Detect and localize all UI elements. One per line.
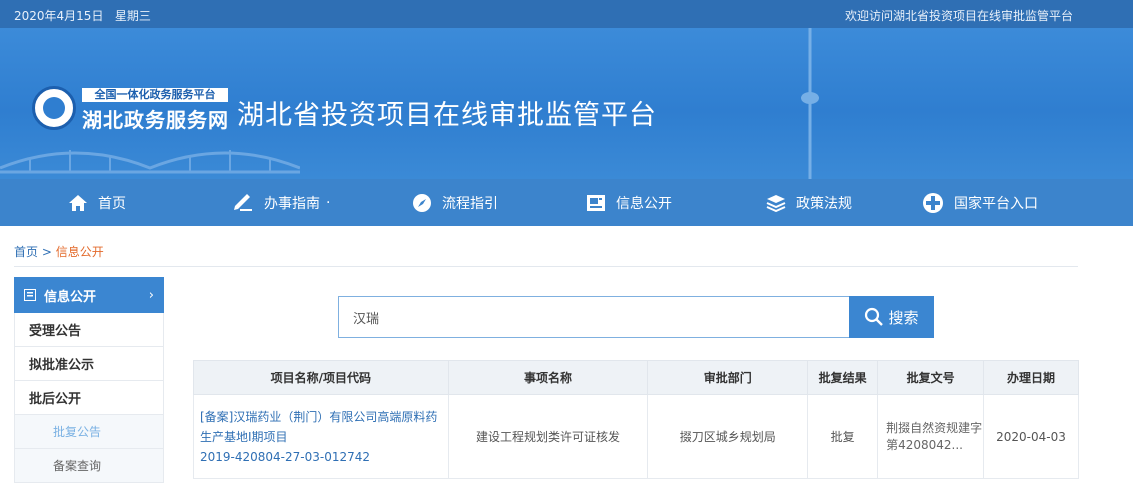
column-header: 办理日期 bbox=[983, 360, 1079, 395]
breadcrumb-home[interactable]: 首页 bbox=[14, 245, 38, 259]
document-icon bbox=[586, 194, 606, 212]
project-cell[interactable]: [备案]汉瑞药业（荆门）有限公司高端原料药生产基地Ⅰ期项目 2019-42080… bbox=[193, 394, 449, 479]
bridge-illustration bbox=[0, 150, 300, 174]
government-emblem-icon bbox=[32, 86, 76, 130]
search-input[interactable]: 汉瑞 bbox=[338, 296, 850, 338]
project-name-link[interactable]: [备案]汉瑞药业（荆门）有限公司高端原料药生产基地Ⅰ期项目 bbox=[200, 407, 448, 447]
column-header: 批复文号 bbox=[877, 360, 985, 395]
search-button[interactable]: 搜索 bbox=[849, 296, 934, 338]
nav-home[interactable]: 首页 bbox=[68, 179, 126, 226]
breadcrumb-separator: > bbox=[41, 245, 52, 259]
dropdown-dot: · bbox=[326, 194, 331, 211]
nav-guide[interactable]: 办事指南 · bbox=[232, 179, 330, 226]
results-table: 项目名称/项目代码 事项名称 审批部门 批复结果 批复文号 办理日期 [备案]汉… bbox=[193, 360, 1079, 479]
sidebar-item-post-approval[interactable]: 批后公开 bbox=[14, 381, 164, 415]
sidebar-item-pre-approval[interactable]: 拟批准公示 bbox=[14, 347, 164, 381]
banner: 全国一体化政务服务平台 湖北政务服务网 湖北省投资项目在线审批监管平台 bbox=[0, 28, 1133, 179]
column-header: 批复结果 bbox=[807, 360, 879, 395]
table-header-row: 项目名称/项目代码 事项名称 审批部门 批复结果 批复文号 办理日期 bbox=[193, 360, 1079, 395]
nav-policy[interactable]: 政策法规 bbox=[766, 179, 852, 226]
sidebar-subitem-record-query[interactable]: 备案查询 bbox=[14, 449, 164, 483]
divider bbox=[14, 266, 1078, 267]
chevron-right-icon: › bbox=[148, 287, 154, 303]
plus-circle-icon bbox=[922, 192, 944, 214]
nav-national-platform[interactable]: 国家平台入口 bbox=[922, 179, 1038, 226]
nav-process[interactable]: 流程指引 bbox=[412, 179, 498, 226]
doc-number-cell: 荆掇自然资规建字第4208042... bbox=[877, 394, 985, 479]
column-header: 审批部门 bbox=[647, 360, 809, 395]
top-bar: 2020年4月15日 星期三 欢迎访问湖北省投资项目在线审批监管平台 bbox=[0, 0, 1133, 28]
tv-tower-illustration bbox=[801, 28, 819, 179]
sidebar-subitem-approval-notice[interactable]: 批复公告 bbox=[14, 415, 164, 449]
column-header: 项目名称/项目代码 bbox=[193, 360, 449, 395]
table-row: [备案]汉瑞药业（荆门）有限公司高端原料药生产基地Ⅰ期项目 2019-42080… bbox=[193, 394, 1079, 479]
breadcrumb: 首页 > 信息公开 bbox=[14, 243, 104, 260]
search-icon bbox=[865, 307, 884, 326]
pen-icon bbox=[232, 193, 254, 212]
logo-name: 湖北政务服务网 bbox=[82, 108, 229, 132]
sidebar-item-acceptance[interactable]: 受理公告 bbox=[14, 313, 164, 347]
layers-icon bbox=[766, 194, 786, 212]
platform-title: 湖北省投资项目在线审批监管平台 bbox=[237, 100, 657, 131]
compass-icon bbox=[412, 193, 432, 213]
home-icon bbox=[68, 194, 88, 212]
sidebar-head-info-public[interactable]: 信息公开 › bbox=[14, 277, 164, 313]
breadcrumb-current: 信息公开 bbox=[55, 245, 104, 259]
result-cell: 批复 bbox=[807, 394, 879, 479]
sidebar: 信息公开 › 受理公告 拟批准公示 批后公开 批复公告 备案查询 bbox=[14, 277, 164, 483]
main-nav: 首页 办事指南 · 流程指引 信息公开 政策法规 国家平台入口 bbox=[0, 179, 1133, 226]
nav-info-public[interactable]: 信息公开 bbox=[586, 179, 672, 226]
date-cell: 2020-04-03 bbox=[983, 394, 1079, 479]
welcome-text: 欢迎访问湖北省投资项目在线审批监管平台 bbox=[844, 9, 1073, 23]
date-text: 2020年4月15日 星期三 bbox=[14, 9, 151, 23]
item-name-cell: 建设工程规划类许可证核发 bbox=[447, 394, 649, 479]
column-header: 事项名称 bbox=[447, 360, 649, 395]
project-code: 2019-420804-27-03-012742 bbox=[200, 449, 371, 464]
department-cell: 掇刀区城乡规划局 bbox=[647, 394, 809, 479]
logo-subtitle: 全国一体化政务服务平台 bbox=[82, 88, 228, 102]
list-icon bbox=[24, 289, 36, 301]
